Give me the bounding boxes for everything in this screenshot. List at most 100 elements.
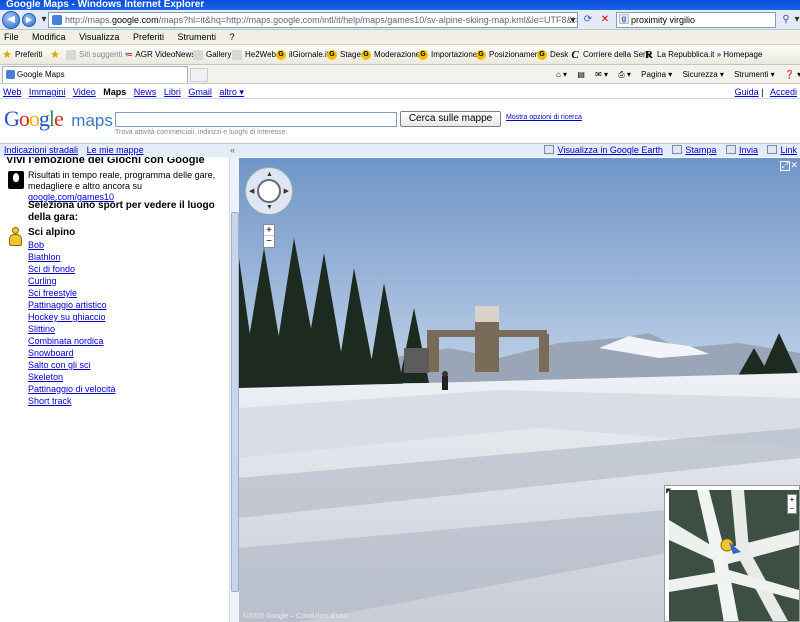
sport-link[interactable]: Pattinaggio di velocità bbox=[28, 383, 116, 395]
menu-modifica[interactable]: Modifica bbox=[32, 32, 66, 42]
search-options-dropdown[interactable]: ▾ bbox=[790, 13, 800, 27]
menu-strumenti[interactable]: Strumenti bbox=[177, 32, 216, 42]
my-maps-link[interactable]: Le mie mappe bbox=[87, 145, 144, 155]
menu-file[interactable]: File bbox=[4, 32, 19, 42]
fav-moderazione[interactable]: G Moderazione bbox=[361, 45, 420, 64]
sidebar-scrollbar[interactable] bbox=[229, 157, 239, 622]
sport-link[interactable]: Salto con gli sci bbox=[28, 359, 116, 371]
address-input[interactable]: http://maps.google.com/maps?hl=it&hq=htt… bbox=[48, 12, 578, 28]
agr-icon: ≈ bbox=[128, 50, 133, 59]
sport-link[interactable]: Curling bbox=[28, 275, 116, 287]
gbar-maps-current: Maps bbox=[103, 87, 127, 97]
cmd-security[interactable]: Sicurezza ▾ bbox=[683, 70, 724, 79]
link-icon bbox=[767, 145, 778, 154]
sidebar-intro: Risultati in tempo reale, programma dell… bbox=[28, 170, 216, 202]
gbar-web[interactable]: Web bbox=[3, 87, 21, 97]
back-button[interactable]: ◀ bbox=[2, 11, 20, 29]
google-top-bar: Web Immagini Video Maps News Libri Gmail… bbox=[0, 85, 800, 99]
maps-search-button[interactable]: Cerca sulle mappe bbox=[400, 111, 501, 127]
fav-gallery[interactable]: Gallery bbox=[193, 45, 231, 64]
pan-control[interactable]: ▲ ▼ ◀ ▶ bbox=[245, 167, 293, 215]
sport-link[interactable]: Skeleton bbox=[28, 371, 116, 383]
street-view-panorama[interactable]: ▲ ▼ ◀ ▶ + − ⤢ ✕ ©2010 Google – Condizion… bbox=[239, 158, 800, 622]
google-maps-logo[interactable]: Google maps bbox=[4, 106, 113, 134]
mail-icon[interactable]: ✉ ▾ bbox=[595, 70, 608, 79]
fav-agr-videonews[interactable]: ≈ AGR VideoNews bbox=[128, 45, 195, 64]
scrollbar-thumb[interactable] bbox=[231, 212, 239, 592]
fullscreen-icon[interactable]: ⤢ bbox=[780, 161, 790, 171]
earth-link[interactable]: Visualizza in Google Earth bbox=[557, 145, 662, 155]
zoom-out-button[interactable]: − bbox=[266, 236, 272, 247]
forward-button[interactable]: ▶ bbox=[22, 13, 36, 27]
sport-link[interactable]: Hockey su ghiaccio bbox=[28, 311, 116, 323]
fav-desk[interactable]: G Desk bbox=[537, 45, 568, 64]
pan-left-icon[interactable]: ◀ bbox=[249, 188, 254, 195]
menu-help[interactable]: ? bbox=[230, 32, 235, 42]
new-tab-button[interactable] bbox=[190, 68, 208, 82]
refresh-icon[interactable]: ⟳ bbox=[581, 13, 595, 27]
sport-link[interactable]: Combinata nordica bbox=[28, 335, 116, 347]
send-link[interactable]: Invia bbox=[739, 145, 758, 155]
gbar-gmail[interactable]: Gmail bbox=[188, 87, 212, 97]
sport-link[interactable]: Bob bbox=[28, 239, 116, 251]
gbar-login[interactable]: Accedi bbox=[770, 87, 797, 97]
gbar-video[interactable]: Video bbox=[73, 87, 96, 97]
tab-favicon-icon bbox=[6, 70, 15, 79]
add-favorite-button[interactable]: ★ bbox=[50, 45, 63, 64]
search-input[interactable]: g proximity virgilio bbox=[616, 12, 776, 28]
directions-link[interactable]: Indicazioni stradali bbox=[4, 145, 78, 155]
minimap-zoom-in[interactable]: + bbox=[788, 495, 796, 504]
sport-link[interactable]: Snowboard bbox=[28, 347, 116, 359]
address-domain: google.com bbox=[112, 15, 159, 25]
gbar-news[interactable]: News bbox=[134, 87, 157, 97]
print-icon[interactable]: ⎙ ▾ bbox=[618, 70, 631, 79]
gbar-more[interactable]: altro ▾ bbox=[219, 87, 244, 97]
pan-down-icon[interactable]: ▼ bbox=[266, 204, 273, 211]
gbar-immagini[interactable]: Immagini bbox=[29, 87, 66, 97]
sport-link[interactable]: Sci di fondo bbox=[28, 263, 116, 275]
page-icon bbox=[193, 50, 203, 60]
home-icon[interactable]: ⌂ ▾ bbox=[556, 70, 567, 79]
gbar-libri[interactable]: Libri bbox=[164, 87, 181, 97]
favorites-button[interactable]: ★ Preferiti bbox=[2, 45, 43, 64]
cmd-page[interactable]: Pagina ▾ bbox=[641, 70, 672, 79]
search-hint: Trova attività commerciali, indirizzi e … bbox=[115, 129, 288, 136]
fav-repubblica[interactable]: R La Repubblica.it » Homepage bbox=[644, 45, 762, 64]
fav-stage[interactable]: G Stage bbox=[327, 45, 361, 64]
fav-ilgiornale[interactable]: GilGiornale.it bbox=[276, 45, 329, 64]
compass-icon[interactable] bbox=[257, 179, 281, 203]
address-row: ◀ ▶ ▾ http://maps.google.com/maps?hl=it&… bbox=[0, 10, 800, 30]
pan-up-icon[interactable]: ▲ bbox=[266, 171, 273, 178]
sport-link[interactable]: Slittino bbox=[28, 323, 116, 335]
olympic-torch-icon bbox=[8, 171, 24, 189]
collapse-sidebar-icon[interactable]: « bbox=[230, 144, 235, 157]
pan-right-icon[interactable]: ▶ bbox=[284, 188, 289, 195]
cmd-tools[interactable]: Strumenti ▾ bbox=[734, 70, 774, 79]
maps-search-input[interactable] bbox=[115, 112, 397, 127]
search-options-link[interactable]: Mostra opzioni di ricerca bbox=[506, 114, 582, 121]
menu-preferiti[interactable]: Preferiti bbox=[133, 32, 164, 42]
menu-visualizza[interactable]: Visualizza bbox=[79, 32, 119, 42]
close-icon[interactable]: ✕ bbox=[790, 160, 798, 171]
sport-link[interactable]: Biathlon bbox=[28, 251, 116, 263]
minimap-zoom-out[interactable]: − bbox=[788, 504, 796, 513]
feeds-icon[interactable]: ▤ bbox=[577, 70, 585, 79]
zoom-in-button[interactable]: + bbox=[264, 225, 274, 236]
page-icon bbox=[232, 50, 242, 60]
sport-link[interactable]: Sci freestyle bbox=[28, 287, 116, 299]
fav-posizionamenti[interactable]: G Posizionamenti bbox=[476, 45, 543, 64]
sport-link[interactable]: Short track bbox=[28, 395, 116, 407]
sport-link[interactable]: Pattinaggio artistico bbox=[28, 299, 116, 311]
cmd-help[interactable]: ❓ ▾ bbox=[785, 70, 800, 79]
gbar-guide[interactable]: Guida bbox=[735, 87, 759, 97]
suggested-sites-button[interactable]: Siti suggeriti ▾ bbox=[66, 45, 129, 64]
fav-he2web[interactable]: He2Web bbox=[232, 45, 276, 64]
fav-corriere[interactable]: C Corriere della Sera bbox=[570, 45, 650, 64]
minimap[interactable]: ◤ + − bbox=[664, 485, 800, 622]
tab-google-maps[interactable]: Google Maps bbox=[2, 66, 188, 83]
print-link[interactable]: Stampa bbox=[685, 145, 716, 155]
address-dropdown[interactable]: ▾ bbox=[566, 14, 580, 28]
fav-importazione[interactable]: G Importazione bbox=[418, 45, 477, 64]
stop-icon[interactable]: ✕ bbox=[598, 13, 612, 27]
link-link[interactable]: Link bbox=[780, 145, 797, 155]
